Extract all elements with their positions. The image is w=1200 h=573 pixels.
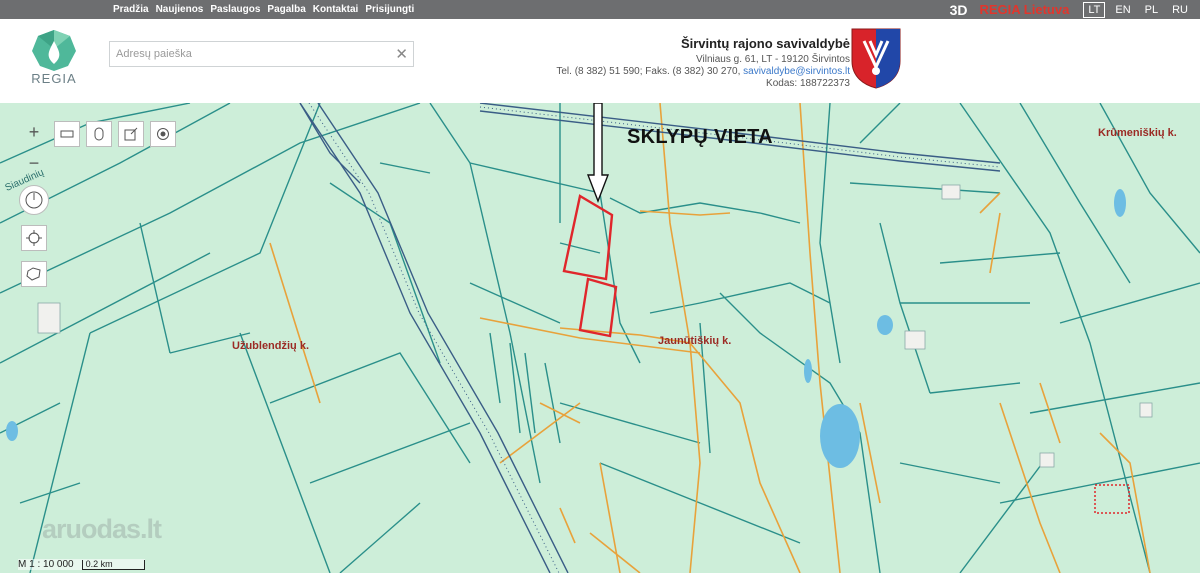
3d-button[interactable]: 3D [950, 2, 968, 18]
layers-icon[interactable] [54, 121, 80, 147]
mouse-icon[interactable] [86, 121, 112, 147]
regia-lietuva-link[interactable]: REGIA Lietuva [980, 2, 1070, 17]
nav-prisijungti[interactable]: Prisijungti [365, 4, 414, 15]
locate-icon[interactable] [21, 225, 47, 251]
municipality-code: Kodas: 188722373 [766, 78, 850, 89]
zoom-out-button[interactable]: − [21, 150, 47, 176]
lang-en[interactable]: EN [1111, 3, 1134, 17]
clear-search-icon[interactable]: ✕ [395, 45, 408, 63]
nav-paslaugos[interactable]: Paslaugos [210, 4, 260, 15]
municipality-contacts: Tel. (8 382) 51 590; Faks. (8 382) 30 27… [556, 66, 850, 78]
place-jaunutiskiu: Jaunūtiškių k. [658, 335, 732, 347]
scale-bar: 0.2 km [81, 559, 145, 570]
map-scale: M 1 : 10 000 0.2 km [18, 559, 145, 570]
compass-icon[interactable] [19, 185, 49, 215]
coat-of-arms-icon [850, 27, 902, 94]
municipality-name: Širvintų rajono savivaldybė [680, 36, 850, 51]
address-search: ✕ [109, 41, 414, 67]
watermark: aruodas.lt [42, 514, 162, 544]
regia-logo-icon[interactable] [28, 29, 80, 76]
municipality-info: Širvintų rajono savivaldybė Vilniaus g. … [556, 36, 850, 90]
municipality-phone: Tel. (8 382) 51 590; Faks. (8 382) 30 27… [556, 66, 741, 77]
header: REGIA ✕ Širvintų rajono savivaldybė Viln… [0, 19, 1200, 103]
zoom-in-button[interactable]: + [21, 119, 47, 145]
municipality-email[interactable]: savivaldybe@sirvintos.lt [743, 66, 850, 77]
nav-pradzia[interactable]: Pradžia [113, 4, 149, 15]
nav-naujienos[interactable]: Naujienos [156, 4, 204, 15]
target-icon[interactable] [150, 121, 176, 147]
lang-ru[interactable]: RU [1168, 3, 1192, 17]
place-uzublendziu: Užublendžių k. [232, 340, 309, 352]
scale-ratio: M 1 : 10 000 [18, 559, 74, 570]
address-search-input[interactable] [110, 42, 386, 66]
map-layer [0, 103, 1200, 573]
municipality-address: Vilniaus g. 61, LT - 19120 Širvintos [696, 54, 850, 65]
top-right-links: 3D REGIA Lietuva LT EN PL RU [950, 0, 1192, 19]
region-icon[interactable] [21, 261, 47, 287]
lang-pl[interactable]: PL [1141, 3, 1162, 17]
nav-pagalba[interactable]: Pagalba [267, 4, 305, 15]
regia-logo-text: REGIA [31, 71, 77, 86]
annotation-label: SKLYPŲ VIETA [627, 126, 773, 148]
place-krumeniskiu: Krūmeniškių k. [1098, 127, 1177, 139]
top-bar: Pradžia Naujienos Paslaugos Pagalba Kont… [0, 0, 1200, 19]
cadastral-map[interactable]: SKLYPŲ VIETA Užublendžių k. Jaunūtiškių … [0, 103, 1200, 573]
nav-kontaktai[interactable]: Kontaktai [313, 4, 359, 15]
lang-lt[interactable]: LT [1083, 1, 1106, 18]
export-icon[interactable] [118, 121, 144, 147]
main-nav: Pradžia Naujienos Paslaugos Pagalba Kont… [113, 0, 421, 19]
